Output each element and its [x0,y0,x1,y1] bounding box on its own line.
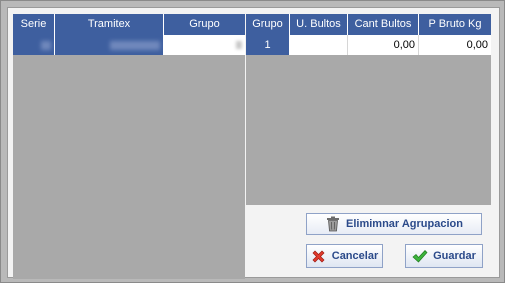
column-header-grupo[interactable]: Grupo [164,14,245,35]
cell-tramitex[interactable] [55,35,164,55]
trash-icon [325,216,341,232]
cell-grupo[interactable] [164,35,245,55]
save-label: Guardar [433,250,476,262]
cell-u-bultos[interactable] [290,35,348,55]
cell-p-bruto-kg[interactable]: 0,00 [419,35,491,55]
column-header-p-bruto-kg[interactable]: P Bruto Kg [419,14,491,35]
table-row[interactable] [13,35,245,55]
blurred-value [41,40,51,50]
column-header-cant-bultos[interactable]: Cant Bultos [348,14,419,35]
column-header-grupo[interactable]: Grupo [246,14,290,35]
cell-grupo[interactable]: 1 [246,35,290,55]
save-button[interactable]: Guardar [405,244,483,268]
green-check-icon [412,248,428,264]
blurred-value [236,41,242,50]
groups-grid[interactable]: Grupo U. Bultos Cant Bultos P Bruto Kg 1… [246,14,491,205]
column-header-u-bultos[interactable]: U. Bultos [290,14,348,35]
eliminar-agrupacion-button[interactable]: Elimimnar Agrupacion [306,213,482,235]
groups-grid-header: Grupo U. Bultos Cant Bultos P Bruto Kg [246,14,491,35]
cell-cant-bultos[interactable]: 0,00 [348,35,419,55]
dialog-content: Serie Tramitex Grupo Grupo U. Bultos Can… [7,7,500,279]
dialog-window: Serie Tramitex Grupo Grupo U. Bultos Can… [0,0,505,283]
cell-serie[interactable] [13,35,55,55]
eliminar-agrupacion-label: Elimimnar Agrupacion [346,218,463,230]
cancel-label: Cancelar [331,250,379,262]
red-x-icon [311,248,327,264]
series-grid[interactable]: Serie Tramitex Grupo [13,14,245,279]
column-header-serie[interactable]: Serie [13,14,55,35]
cancel-button[interactable]: Cancelar [306,244,383,268]
blurred-value [110,40,160,50]
table-row[interactable]: 1 0,00 0,00 [246,35,491,55]
column-header-tramitex[interactable]: Tramitex [55,14,164,35]
series-grid-header: Serie Tramitex Grupo [13,14,245,35]
